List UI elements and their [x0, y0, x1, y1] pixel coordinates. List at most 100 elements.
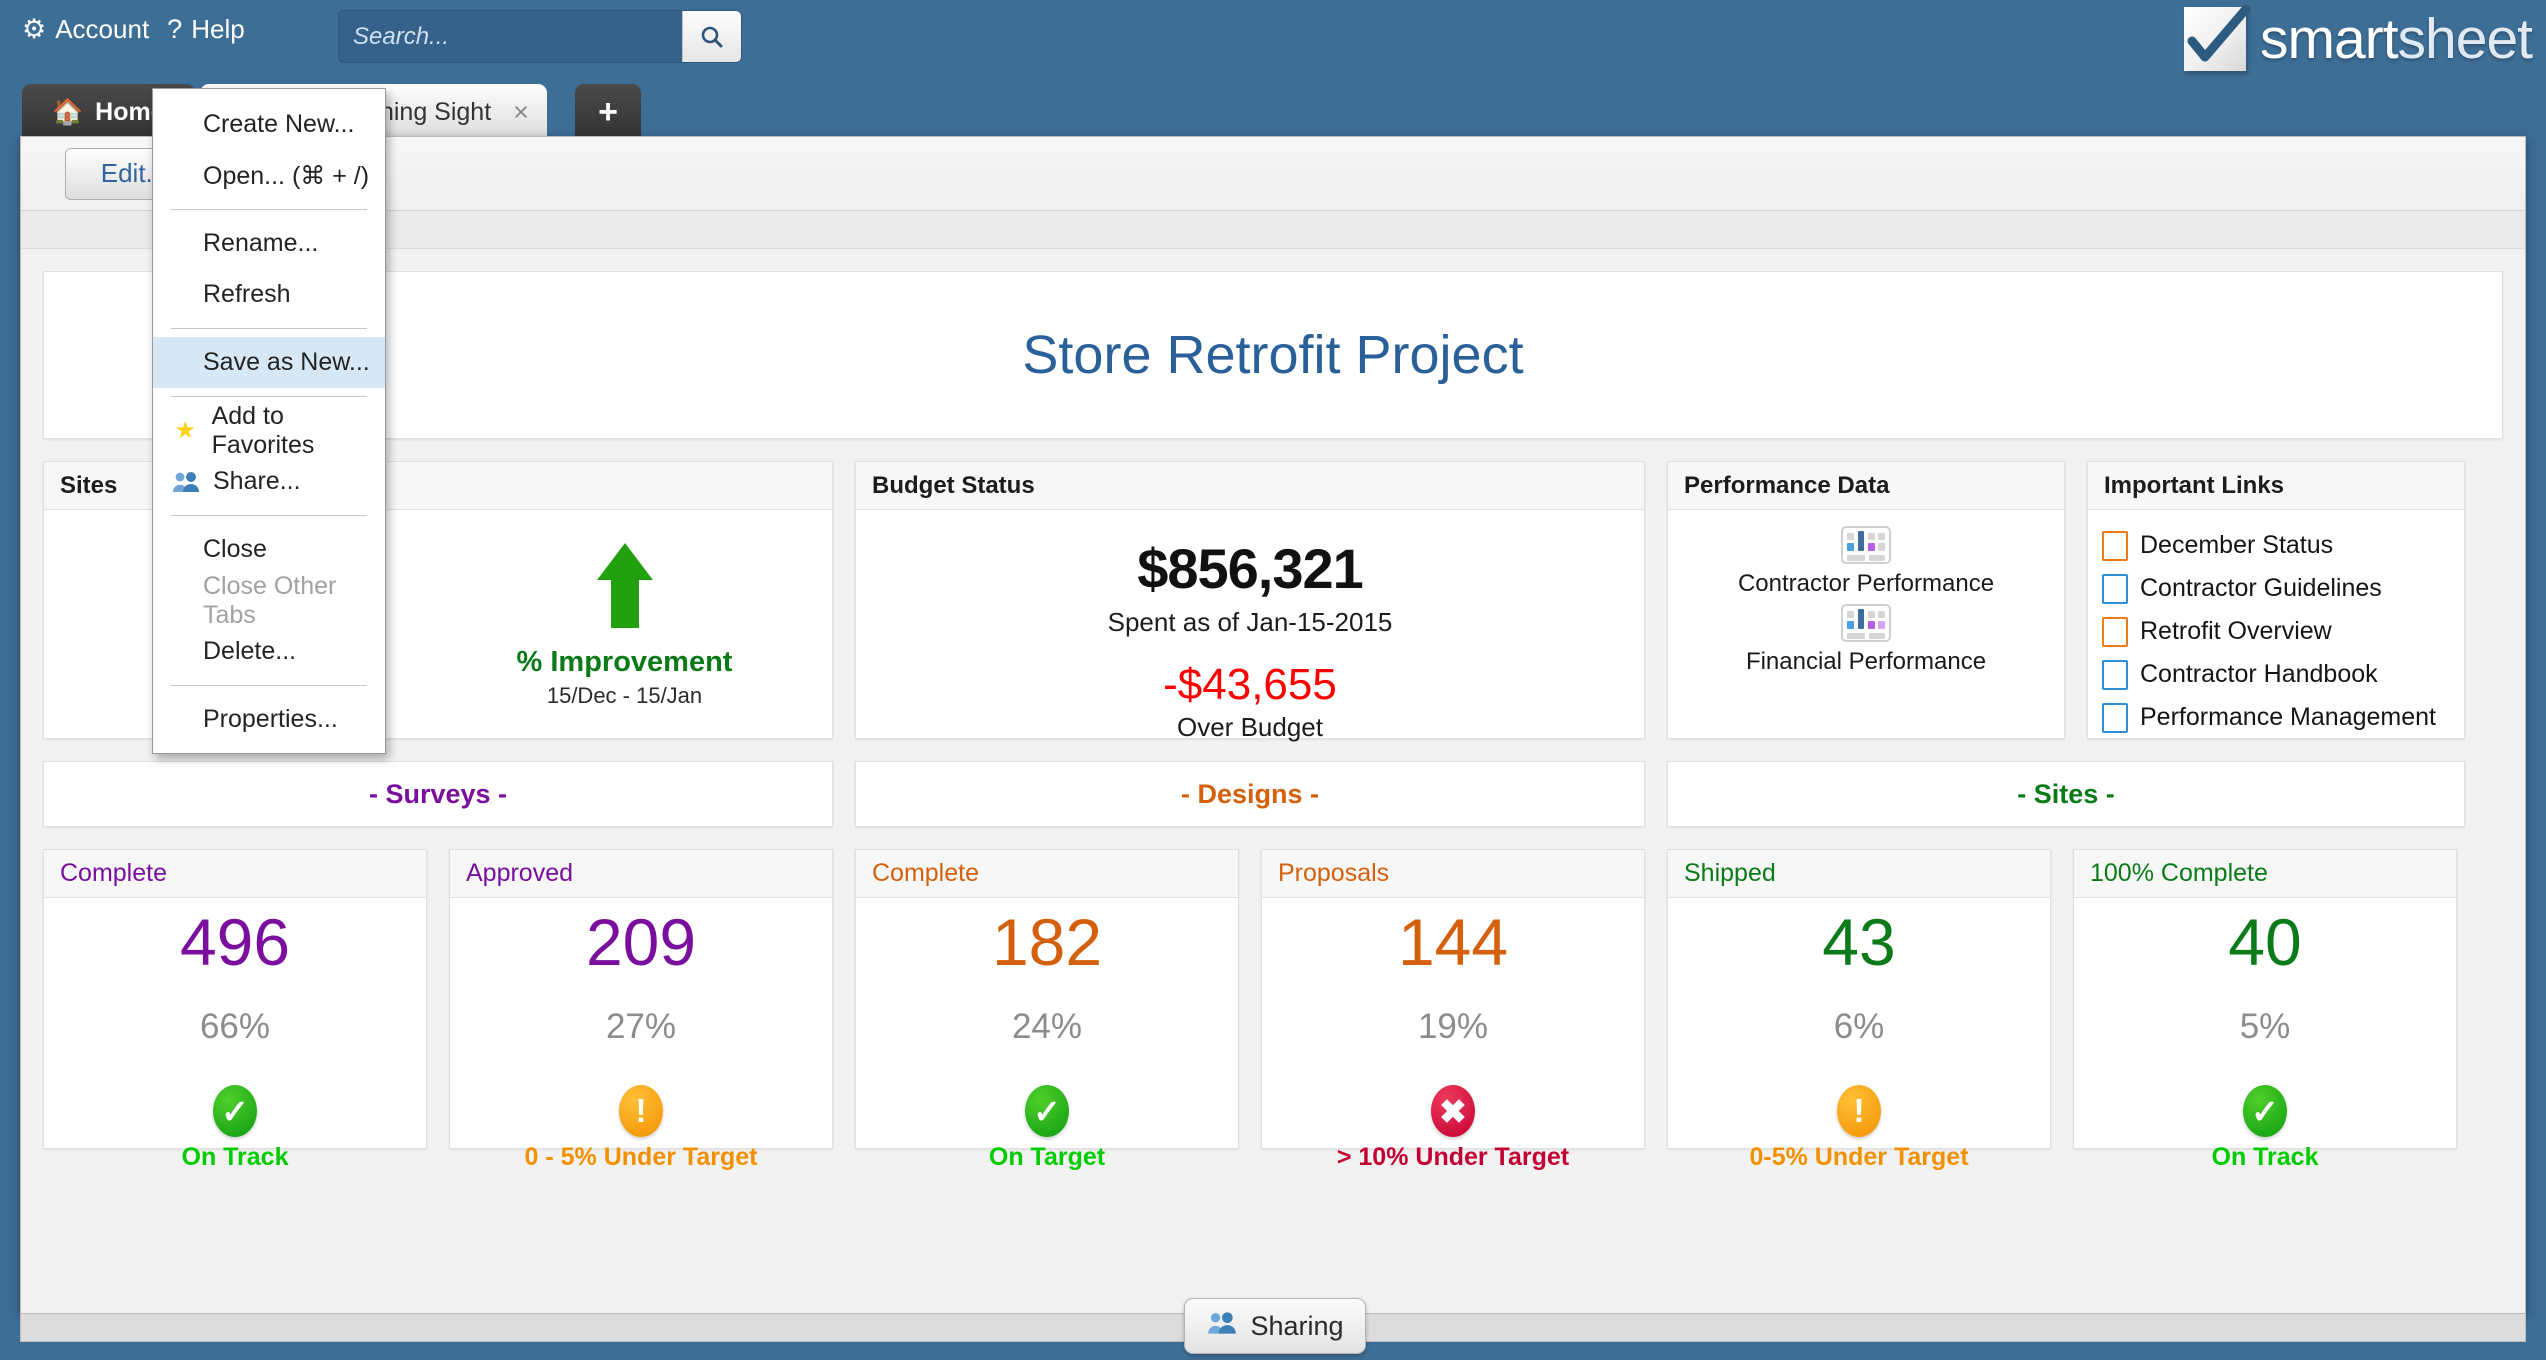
metric-header: Complete: [856, 850, 1238, 898]
metric-body: 182 24% ✓ On Target: [856, 898, 1238, 1172]
new-tab-button[interactable]: +: [575, 84, 641, 140]
budget-amount: $856,321: [856, 536, 1644, 601]
link-label: Retrofit Overview: [2140, 617, 2332, 646]
metric-header: 100% Complete: [2074, 850, 2456, 898]
word-icon: W: [2102, 660, 2128, 690]
arrow-up-icon: [594, 540, 656, 632]
tab-context-menu[interactable]: Create New... Open... (⌘ + /) Rename... …: [152, 88, 386, 754]
menu-item-close[interactable]: Close: [153, 524, 385, 575]
menu-item-open[interactable]: Open... (⌘ + /): [153, 150, 385, 201]
workspace-panel: Edit... Store Retrofit Project Sites 74: [20, 136, 2526, 1314]
brand-suffix: sheet: [2398, 7, 2532, 71]
star-icon: ★: [171, 416, 200, 445]
important-links-widget: Important Links P December Status W: [2087, 461, 2465, 739]
list-item[interactable]: P December Status: [2102, 524, 2464, 567]
report-label: Financial Performance: [1668, 648, 2064, 676]
warning-icon: !: [619, 1085, 663, 1137]
metric-card-designs-complete: Complete 182 24% ✓ On Target: [855, 849, 1239, 1149]
section-label: - Sites -: [2017, 779, 2115, 810]
menu-item-share[interactable]: Share...: [153, 456, 385, 507]
section-band-surveys: - Surveys -: [43, 761, 833, 827]
toolbar-divider: [21, 211, 2525, 249]
link-label: December Status: [2140, 531, 2333, 560]
smartsheet-logo[interactable]: smartsheet: [2184, 6, 2532, 72]
menu-separator: [171, 396, 367, 397]
section-band-sites: - Sites -: [1667, 761, 2465, 827]
link-label: Performance Management: [2140, 703, 2436, 732]
metric-percent: 66%: [44, 1007, 426, 1047]
metric-status: On Track: [2074, 1143, 2456, 1172]
metric-percent: 5%: [2074, 1007, 2456, 1047]
dashboard-canvas: Store Retrofit Project Sites 74 % Improv…: [21, 249, 2525, 1171]
links-widget-body: P December Status W Contractor Guideline…: [2088, 510, 2464, 739]
metric-percent: 6%: [1668, 1007, 2050, 1047]
menu-separator: [171, 209, 367, 210]
list-item[interactable]: P Retrofit Overview: [2102, 610, 2464, 653]
close-icon[interactable]: ×: [513, 97, 529, 128]
menu-item-rename[interactable]: Rename...: [153, 218, 385, 269]
topbar-links: ⚙ Account ? Help: [22, 14, 263, 45]
warning-icon: !: [1837, 1085, 1881, 1137]
help-menu[interactable]: ? Help: [167, 14, 263, 45]
people-icon: [1206, 1310, 1238, 1343]
metric-percent: 19%: [1262, 1007, 1644, 1047]
menu-item-properties[interactable]: Properties...: [153, 694, 385, 745]
metric-body: 209 27% ! 0 - 5% Under Target: [450, 898, 832, 1172]
home-icon: 🏠: [52, 98, 83, 127]
top-navigation-bar: ⚙ Account ? Help smarts: [0, 0, 2546, 78]
list-item[interactable]: W Contractor Handbook: [2102, 653, 2464, 696]
page-title: Store Retrofit Project: [1022, 324, 1523, 386]
menu-separator: [171, 685, 367, 686]
brand-text: smartsheet: [2260, 6, 2532, 72]
performance-widget-body: Contractor Performance: [1668, 510, 2064, 676]
menu-item-create-new[interactable]: Create New...: [153, 99, 385, 150]
plus-icon: +: [598, 93, 618, 132]
menu-item-add-to-favorites[interactable]: ★ Add to Favorites: [153, 405, 385, 456]
powerpoint-icon: P: [2102, 531, 2128, 561]
metric-body: 144 19% ✖ > 10% Under Target: [1262, 898, 1644, 1172]
menu-separator: [171, 515, 367, 516]
account-label: Account: [55, 14, 149, 45]
metric-card-surveys-complete: Complete 496 66% ✓ On Track: [43, 849, 427, 1149]
sharing-label: Sharing: [1250, 1311, 1343, 1342]
sight-toolbar: Edit...: [21, 137, 2525, 211]
menu-item-save-as-new[interactable]: Save as New...: [153, 337, 385, 388]
help-label: Help: [191, 14, 244, 45]
cross-icon: ✖: [1431, 1085, 1475, 1137]
performance-widget-header: Performance Data: [1668, 462, 2064, 510]
budget-amount-caption: Spent as of Jan-15-2015: [856, 607, 1644, 638]
links-widget-header: Important Links: [2088, 462, 2464, 510]
metric-body: 496 66% ✓ On Track: [44, 898, 426, 1172]
section-label: - Surveys -: [369, 779, 507, 810]
metric-card-sites-100-complete: 100% Complete 40 5% ✓ On Track: [2073, 849, 2457, 1149]
report-link-contractor-performance[interactable]: Contractor Performance: [1668, 526, 2064, 598]
budget-widget-body: $856,321 Spent as of Jan-15-2015 -$43,65…: [856, 510, 1644, 743]
global-search[interactable]: [338, 10, 742, 63]
search-button[interactable]: [682, 11, 741, 62]
menu-item-refresh[interactable]: Refresh: [153, 269, 385, 320]
budget-over-caption: Over Budget: [856, 712, 1644, 743]
budget-status-widget: Budget Status $856,321 Spent as of Jan-1…: [855, 461, 1645, 739]
report-link-financial-performance[interactable]: Financial Performance: [1668, 604, 2064, 676]
sharing-button[interactable]: Sharing: [1184, 1298, 1366, 1354]
check-icon: ✓: [213, 1085, 257, 1137]
account-menu[interactable]: ⚙ Account: [22, 14, 167, 45]
budget-over-amount: -$43,655: [856, 660, 1644, 710]
section-band-designs: - Designs -: [855, 761, 1645, 827]
metric-percent: 27%: [450, 1007, 832, 1047]
gear-icon: ⚙: [22, 16, 46, 43]
report-icon: [1841, 604, 1891, 642]
dashboard-title-widget: Store Retrofit Project: [43, 271, 2503, 439]
menu-item-delete[interactable]: Delete...: [153, 626, 385, 677]
list-item[interactable]: W Contractor Guidelines: [2102, 567, 2464, 610]
check-icon: ✓: [1025, 1085, 1069, 1137]
link-label: Contractor Guidelines: [2140, 574, 2382, 603]
metric-card-surveys-approved: Approved 209 27% ! 0 - 5% Under Target: [449, 849, 833, 1149]
metric-status: 0 - 5% Under Target: [450, 1143, 832, 1172]
search-icon: [699, 24, 725, 50]
search-input[interactable]: [339, 11, 682, 62]
sites-improvement-label: % Improvement: [431, 646, 818, 679]
report-label: Contractor Performance: [1668, 570, 2064, 598]
list-item[interactable]: W Performance Management: [2102, 696, 2464, 739]
metric-value: 496: [44, 908, 426, 977]
